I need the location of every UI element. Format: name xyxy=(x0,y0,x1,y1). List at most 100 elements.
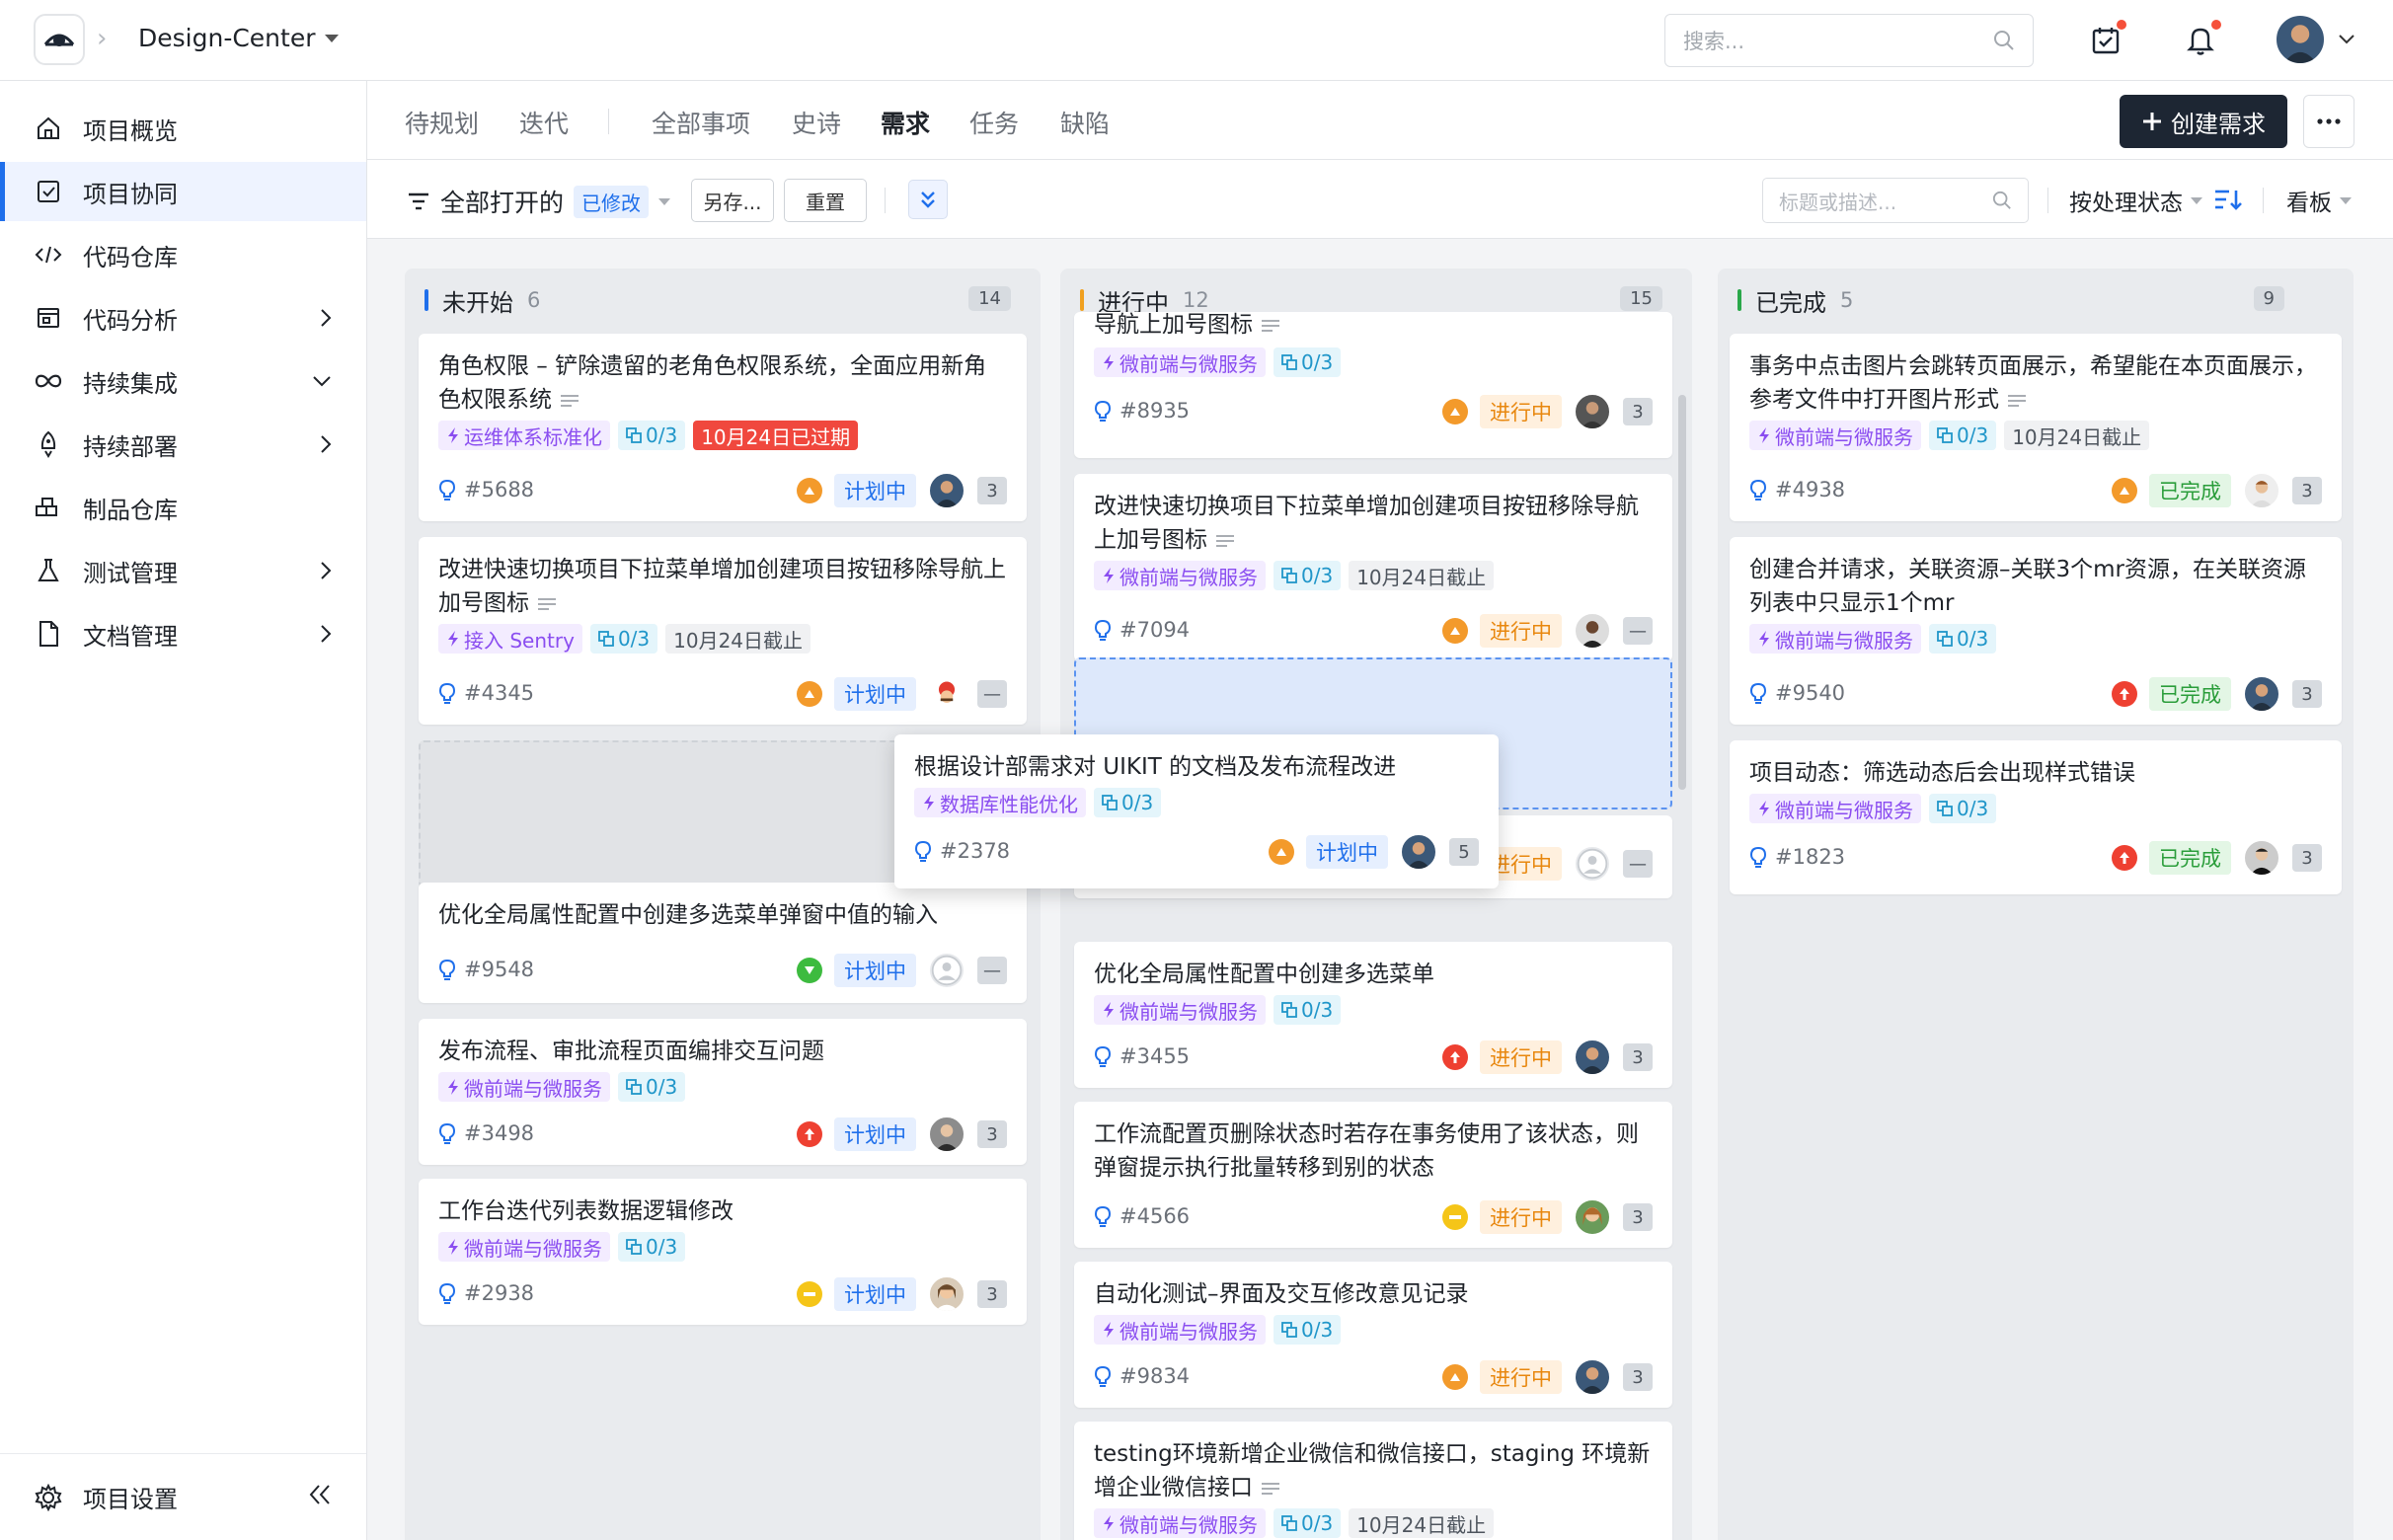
tab-backlog[interactable]: 待规划 xyxy=(405,105,479,140)
app-logo-icon[interactable] xyxy=(34,14,85,65)
priority-medium-icon[interactable] xyxy=(1442,618,1468,644)
board-card[interactable]: 导航上加号图标 微前端与微服务 0/3 #8935 进行中 3 xyxy=(1074,312,1672,458)
status-badge[interactable]: 进行中 xyxy=(1480,1200,1562,1234)
unassigned-avatar-icon[interactable] xyxy=(1574,845,1611,883)
status-badge[interactable]: 计划中 xyxy=(834,474,916,507)
status-badge[interactable]: 已完成 xyxy=(2149,677,2231,711)
collapse-sidebar-icon[interactable] xyxy=(307,1482,333,1507)
epic-tag[interactable]: 微前端与微服务 xyxy=(1094,1315,1266,1345)
priority-medium-icon[interactable] xyxy=(797,681,822,707)
avatar[interactable] xyxy=(928,1116,965,1153)
tab-tasks[interactable]: 任务 xyxy=(969,105,1019,140)
epic-tag[interactable]: 微前端与微服务 xyxy=(1094,561,1266,590)
sidebar-item-collaboration[interactable]: 项目协同 xyxy=(0,162,366,221)
calendar-todo-icon[interactable] xyxy=(2085,20,2126,61)
view-selector[interactable]: 看板 xyxy=(2286,184,2352,217)
sidebar-item-code-analysis[interactable]: 代码分析 xyxy=(0,288,366,347)
avatar[interactable] xyxy=(2243,675,2280,713)
unassigned-avatar-icon[interactable] xyxy=(928,952,965,989)
column-scrollbar[interactable] xyxy=(1678,395,1686,790)
bell-icon[interactable] xyxy=(2180,20,2221,61)
status-badge[interactable]: 进行中 xyxy=(1480,395,1562,428)
avatar[interactable] xyxy=(928,675,965,713)
global-search-input[interactable]: 搜索... xyxy=(1664,14,2034,67)
avatar[interactable] xyxy=(1574,1198,1611,1236)
dragging-card[interactable]: 根据设计部需求对 UIKIT 的文档及发布流程改进 数据库性能优化 0/3 #2… xyxy=(894,734,1499,888)
card-search-input[interactable]: 标题或描述... xyxy=(1762,178,2029,223)
board-card[interactable]: 事务中点击图片会跳转页面展示，希望能在本页面展示，参考文件中打开图片形式 微前端… xyxy=(1730,334,2342,521)
board-card[interactable]: testing环境新增企业微信和微信接口，staging 环境新增企业微信接口 … xyxy=(1074,1422,1672,1540)
avatar[interactable] xyxy=(1400,833,1437,871)
avatar[interactable] xyxy=(2243,472,2280,509)
sidebar-item-code-repo[interactable]: 代码仓库 xyxy=(0,225,366,284)
priority-medium-icon[interactable] xyxy=(1442,399,1468,424)
sidebar-item-ci[interactable]: 持续集成 xyxy=(0,351,366,411)
group-by-selector[interactable]: 按处理状态 xyxy=(2069,184,2202,217)
epic-tag[interactable]: 微前端与微服务 xyxy=(1094,995,1266,1025)
epic-tag[interactable]: 微前端与微服务 xyxy=(438,1072,610,1102)
project-switcher[interactable]: Design-Center xyxy=(138,24,340,52)
create-requirement-button[interactable]: 创建需求 xyxy=(2120,95,2287,148)
epic-tag[interactable]: 微前端与微服务 xyxy=(1094,347,1266,377)
avatar[interactable] xyxy=(928,1275,965,1313)
status-badge[interactable]: 计划中 xyxy=(1306,835,1388,869)
board-card[interactable]: 优化全局属性配置中创建多选菜单弹窗中值的输入 #9548 计划中 — xyxy=(419,883,1027,1003)
status-badge[interactable]: 已完成 xyxy=(2149,474,2231,507)
board-card[interactable]: 优化全局属性配置中创建多选菜单 微前端与微服务 0/3 #3455 进行中 3 xyxy=(1074,942,1672,1088)
epic-tag[interactable]: 运维体系标准化 xyxy=(438,421,610,450)
board-card[interactable]: 项目动态：筛选动态后会出现样式错误 微前端与微服务 0/3 #1823 已完成 … xyxy=(1730,740,2342,894)
avatar[interactable] xyxy=(1574,1039,1611,1076)
avatar[interactable] xyxy=(2243,839,2280,877)
board-card[interactable]: 改进快速切换项目下拉菜单增加创建项目按钮移除导航上加号图标 接入 Sentry … xyxy=(419,537,1027,725)
priority-high-icon[interactable] xyxy=(2112,845,2137,871)
reset-button[interactable]: 重置 xyxy=(784,179,867,222)
epic-tag[interactable]: 微前端与微服务 xyxy=(438,1232,610,1262)
avatar[interactable] xyxy=(1574,1358,1611,1396)
status-badge[interactable]: 进行中 xyxy=(1480,614,1562,648)
saved-filter-selector[interactable]: 全部打开的 已修改 xyxy=(407,184,671,219)
board-card[interactable]: 自动化测试–界面及交互修改意见记录 微前端与微服务 0/3 #9834 进行中 … xyxy=(1074,1262,1672,1408)
avatar[interactable] xyxy=(1574,393,1611,430)
priority-high-icon[interactable] xyxy=(1442,1044,1468,1070)
sidebar-item-docs[interactable]: 文档管理 xyxy=(0,604,366,663)
sidebar-item-artifacts[interactable]: 制品仓库 xyxy=(0,478,366,537)
sort-icon[interactable] xyxy=(2213,188,2243,211)
status-badge[interactable]: 计划中 xyxy=(834,677,916,711)
epic-tag[interactable]: 数据库性能优化 xyxy=(914,788,1086,817)
tab-all-items[interactable]: 全部事项 xyxy=(652,105,750,140)
sidebar-item-cd[interactable]: 持续部署 xyxy=(0,415,366,474)
priority-normal-icon[interactable] xyxy=(1442,1204,1468,1230)
priority-medium-icon[interactable] xyxy=(1442,1364,1468,1390)
status-badge[interactable]: 计划中 xyxy=(834,1277,916,1311)
epic-tag[interactable]: 微前端与微服务 xyxy=(1094,1508,1266,1538)
sidebar-item-testing[interactable]: 测试管理 xyxy=(0,541,366,600)
sidebar-item-overview[interactable]: 项目概览 xyxy=(0,99,366,158)
status-badge[interactable]: 已完成 xyxy=(2149,841,2231,875)
status-badge[interactable]: 进行中 xyxy=(1480,1360,1562,1394)
tab-requirements[interactable]: 需求 xyxy=(881,105,931,168)
epic-tag[interactable]: 微前端与微服务 xyxy=(1749,794,1921,823)
user-menu[interactable] xyxy=(2275,14,2355,65)
epic-tag[interactable]: 微前端与微服务 xyxy=(1749,421,1921,450)
board-card[interactable]: 发布流程、审批流程页面编排交互问题 微前端与微服务 0/3 #3498 计划中 … xyxy=(419,1019,1027,1165)
tab-epics[interactable]: 史诗 xyxy=(792,105,841,140)
expand-filters-button[interactable] xyxy=(908,180,948,219)
board-card[interactable]: 改进快速切换项目下拉菜单增加创建项目按钮移除导航上加号图标 微前端与微服务 0/… xyxy=(1074,474,1672,661)
sidebar-settings[interactable]: 项目设置 xyxy=(0,1453,366,1540)
status-badge[interactable]: 进行中 xyxy=(1480,1040,1562,1074)
status-badge[interactable]: 计划中 xyxy=(834,1117,916,1151)
epic-tag[interactable]: 微前端与微服务 xyxy=(1749,624,1921,654)
tab-defects[interactable]: 缺陷 xyxy=(1060,105,1110,140)
board-card[interactable]: 创建合并请求，关联资源–关联3个mr资源，在关联资源列表中只显示1个mr 微前端… xyxy=(1730,537,2342,725)
tab-iteration[interactable]: 迭代 xyxy=(519,105,569,140)
priority-medium-icon[interactable] xyxy=(797,478,822,503)
avatar[interactable] xyxy=(928,472,965,509)
priority-high-icon[interactable] xyxy=(2112,681,2137,707)
board-card[interactable]: 工作流配置页删除状态时若存在事务使用了该状态，则弹窗提示执行批量转移到别的状态 … xyxy=(1074,1102,1672,1248)
more-options-button[interactable] xyxy=(2303,95,2354,148)
save-as-button[interactable]: 另存... xyxy=(691,179,774,222)
priority-medium-icon[interactable] xyxy=(1269,839,1294,865)
priority-low-icon[interactable] xyxy=(797,958,822,983)
priority-medium-icon[interactable] xyxy=(2112,478,2137,503)
priority-normal-icon[interactable] xyxy=(797,1281,822,1307)
